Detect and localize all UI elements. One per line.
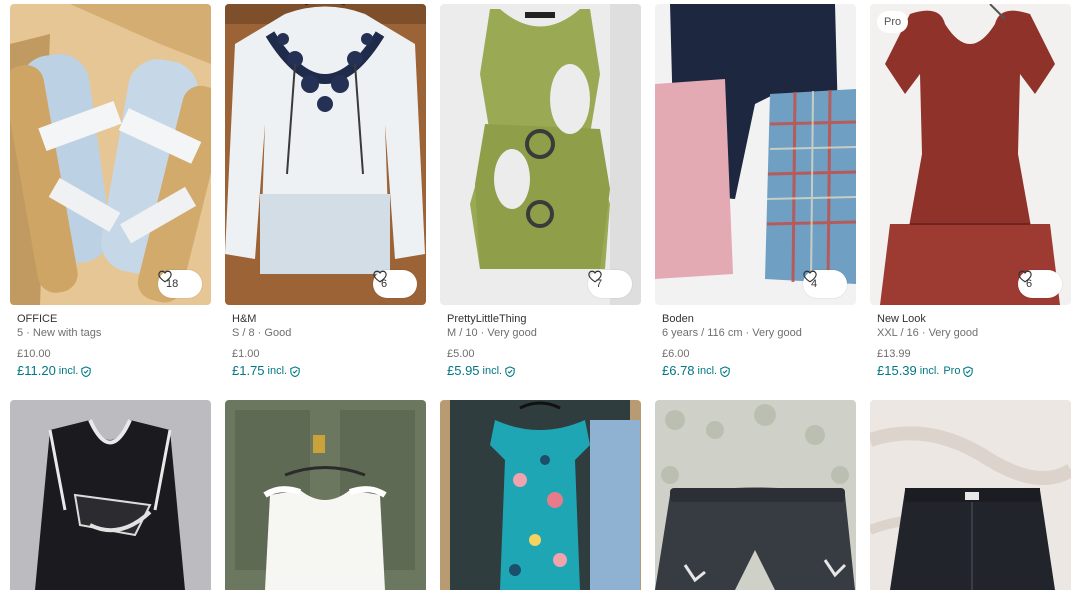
- listing-price: £5.00: [447, 348, 475, 360]
- listing-photo[interactable]: [10, 400, 211, 590]
- listing-size-condition: M / 10 · Very good: [447, 327, 537, 339]
- vest-photo: [10, 400, 211, 590]
- listing-photo[interactable]: 18: [10, 4, 211, 305]
- total-amount: £6.78: [662, 363, 695, 378]
- listing-card[interactable]: [655, 400, 856, 590]
- total-amount: £11.20: [17, 363, 56, 378]
- white-top-photo: [225, 400, 426, 590]
- knit-dress-photo: [440, 4, 641, 305]
- total-amount: £1.75: [232, 363, 265, 378]
- total-amount: £5.95: [447, 363, 480, 378]
- denim-shorts-photo: [870, 400, 1071, 590]
- listing-size-condition: 6 years / 116 cm · Very good: [662, 327, 802, 339]
- incl-label: incl.: [267, 365, 288, 377]
- listing-photo[interactable]: Pro 6: [870, 4, 1071, 305]
- listing-size-condition: 5 · New with tags: [17, 327, 102, 339]
- incl-label: incl.: [58, 365, 79, 377]
- listing-card[interactable]: 7 PrettyLittleThing M / 10 · Very good £…: [440, 4, 641, 379]
- listing-photo[interactable]: [440, 400, 641, 590]
- pro-seller-badge: Pro: [877, 11, 909, 33]
- favourite-button[interactable]: 7: [588, 270, 632, 298]
- shield-check-icon: [81, 365, 92, 377]
- dress-photo: [870, 4, 1071, 305]
- listing-card[interactable]: [225, 400, 426, 590]
- shield-check-icon: [290, 365, 300, 377]
- heart-outline-icon: [1018, 270, 1032, 283]
- favourite-button[interactable]: 6: [373, 270, 417, 298]
- listing-total-price[interactable]: £11.20 incl.: [17, 363, 204, 379]
- sandals-photo: [10, 4, 211, 305]
- sport-shorts-photo: [655, 400, 856, 590]
- listing-card[interactable]: [10, 400, 211, 590]
- listing-photo[interactable]: [870, 400, 1071, 590]
- listing-price: £6.00: [662, 348, 690, 360]
- listing-price: £1.00: [232, 348, 260, 360]
- shield-check-icon: [963, 365, 974, 377]
- favourite-button[interactable]: 6: [1018, 270, 1062, 298]
- total-amount: £15.39: [877, 363, 917, 378]
- listing-brand[interactable]: New Look: [877, 313, 1064, 326]
- listing-brand[interactable]: H&M: [232, 313, 419, 326]
- heart-outline-icon: [373, 270, 387, 283]
- listing-total-price[interactable]: £6.78 incl.: [662, 363, 849, 379]
- listing-size-condition: S / 8 · Good: [232, 327, 292, 339]
- listing-photo[interactable]: 7: [440, 4, 641, 305]
- pro-label: Pro: [943, 365, 961, 377]
- listing-card[interactable]: 6 H&M S / 8 · Good £1.00 £1.75 incl.: [225, 4, 426, 379]
- listing-photo[interactable]: [225, 400, 426, 590]
- favourite-button[interactable]: 4: [803, 270, 847, 298]
- floral-jumpsuit-photo: [440, 400, 641, 590]
- listing-price: £10.00: [17, 348, 51, 360]
- heart-outline-icon: [588, 270, 602, 283]
- listing-photo[interactable]: 6: [225, 4, 426, 305]
- listing-card[interactable]: 4 Boden 6 years / 116 cm · Very good £6.…: [655, 4, 856, 379]
- shorts-bundle-photo: [655, 4, 856, 305]
- listing-size-condition: XXL / 16 · Very good: [877, 327, 979, 339]
- listing-total-price[interactable]: £15.39 incl. Pro: [877, 363, 1064, 379]
- listing-photo[interactable]: [655, 400, 856, 590]
- listing-brand[interactable]: PrettyLittleThing: [447, 313, 634, 326]
- listing-brand[interactable]: Boden: [662, 313, 849, 326]
- shield-check-icon: [720, 365, 730, 377]
- listing-card[interactable]: [870, 400, 1071, 590]
- blouse-photo: [225, 4, 426, 305]
- listing-price: £13.99: [877, 348, 911, 360]
- listing-total-price[interactable]: £1.75 incl.: [232, 363, 419, 379]
- shield-check-icon: [505, 365, 515, 377]
- favourite-button[interactable]: 18: [158, 270, 202, 298]
- incl-label: incl.: [482, 365, 503, 377]
- listing-card[interactable]: 18 OFFICE 5 · New with tags £10.00 £11.2…: [10, 4, 211, 379]
- heart-outline-icon: [803, 270, 817, 283]
- listing-card[interactable]: [440, 400, 641, 590]
- listing-brand[interactable]: OFFICE: [17, 313, 204, 326]
- listing-photo[interactable]: 4: [655, 4, 856, 305]
- listing-total-price[interactable]: £5.95 incl.: [447, 363, 634, 379]
- incl-label: incl.: [919, 365, 940, 377]
- catalog-grid: 18 OFFICE 5 · New with tags £10.00 £11.2…: [0, 0, 1080, 590]
- incl-label: incl.: [697, 365, 718, 377]
- listing-card[interactable]: Pro 6 New Look XXL / 16 · Very good £13.…: [870, 4, 1071, 379]
- heart-outline-icon: [158, 270, 172, 283]
